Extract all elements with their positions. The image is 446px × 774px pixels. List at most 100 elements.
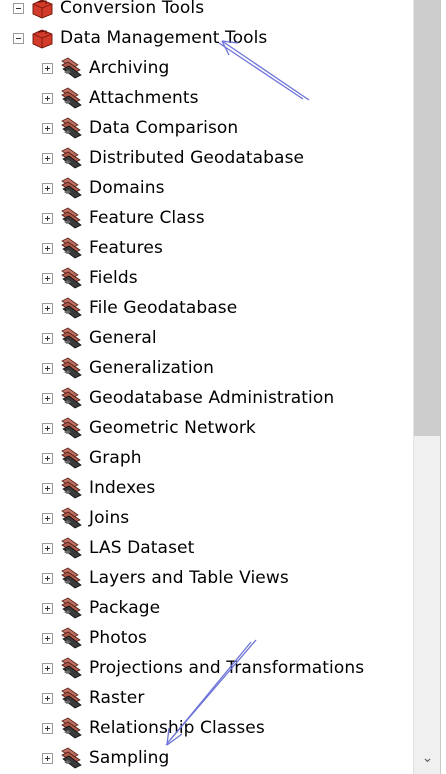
toolset-icon: [61, 537, 82, 559]
tree-node-label: Raster: [89, 688, 145, 708]
expand-plus-icon[interactable]: [42, 452, 53, 464]
tree-node-label: Relationship Classes: [89, 718, 265, 738]
tree-node-data-management-tools[interactable]: Data Management Tools: [13, 23, 267, 53]
tree-node-label: Domains: [89, 178, 165, 198]
tree-node-label: Features: [89, 238, 163, 258]
tree-node-graph[interactable]: Graph: [42, 443, 142, 473]
tree-node-label: Joins: [89, 508, 130, 528]
toolbox-icon: [32, 29, 53, 49]
tree-node-projections-and-transformations[interactable]: Projections and Transformations: [42, 653, 364, 683]
tree-node-data-comparison[interactable]: Data Comparison: [42, 113, 238, 143]
expand-plus-icon[interactable]: [42, 62, 53, 74]
toolset-icon: [61, 57, 82, 79]
toolset-icon: [61, 447, 82, 469]
toolset-icon: [61, 207, 82, 229]
toolset-icon: [61, 357, 82, 379]
collapse-minus-icon[interactable]: [13, 2, 24, 14]
expand-plus-icon[interactable]: [42, 542, 53, 554]
tree-node-geometric-network[interactable]: Geometric Network: [42, 413, 256, 443]
tree-node-geodatabase-administration[interactable]: Geodatabase Administration: [42, 383, 334, 413]
expand-plus-icon[interactable]: [42, 242, 53, 254]
expand-plus-icon[interactable]: [42, 632, 53, 644]
expand-plus-icon[interactable]: [42, 302, 53, 314]
tree-node-fields[interactable]: Fields: [42, 263, 138, 293]
tree-node-partial[interactable]: Conversion Tools: [13, 0, 204, 23]
tree-node-label: Feature Class: [89, 208, 205, 228]
tree-node-general[interactable]: General: [42, 323, 157, 353]
expand-plus-icon[interactable]: [42, 182, 53, 194]
toolset-icon: [61, 237, 82, 259]
tree-node-label: Sampling: [89, 748, 170, 768]
tree-node-label: Photos: [89, 628, 147, 648]
expand-plus-icon[interactable]: [42, 212, 53, 224]
collapse-minus-icon[interactable]: [13, 32, 24, 44]
tree-node-indexes[interactable]: Indexes: [42, 473, 155, 503]
tree-node-label: Projections and Transformations: [89, 658, 365, 678]
expand-plus-icon[interactable]: [42, 272, 53, 284]
expand-plus-icon[interactable]: [42, 482, 53, 494]
tree-node-label: Archiving: [89, 58, 170, 78]
tree-node-label: Indexes: [89, 478, 156, 498]
tree-node-raster[interactable]: Raster: [42, 683, 144, 713]
expand-plus-icon[interactable]: [42, 692, 53, 704]
tree-node-label: Package: [89, 598, 161, 618]
toolset-icon: [61, 147, 82, 169]
expand-plus-icon[interactable]: [42, 572, 53, 584]
scrollbar-thumb[interactable]: [414, 0, 441, 436]
toolset-icon: [61, 747, 82, 769]
tree-node-label: Layers and Table Views: [89, 568, 289, 588]
tree-node-label: General: [89, 328, 157, 348]
expand-plus-icon[interactable]: [42, 512, 53, 524]
expand-plus-icon[interactable]: [42, 92, 53, 104]
window-edge: [440, 0, 446, 774]
tree-node-package[interactable]: Package: [42, 593, 160, 623]
toolset-icon: [61, 507, 82, 529]
toolbox-tree: Conversion Tools Data Management Tools Arc…: [0, 0, 413, 774]
tree-node-label: File Geodatabase: [89, 298, 238, 318]
toolset-icon: [61, 717, 82, 739]
vertical-scrollbar[interactable]: ⌄: [413, 0, 441, 774]
tree-node-label: Graph: [89, 448, 142, 468]
toolset-icon: [61, 657, 82, 679]
expand-plus-icon[interactable]: [42, 662, 53, 674]
tree-node-feature-class[interactable]: Feature Class: [42, 203, 205, 233]
toolset-icon: [61, 597, 82, 619]
tree-node-features[interactable]: Features: [42, 233, 163, 263]
toolset-icon: [61, 567, 82, 589]
expand-plus-icon[interactable]: [42, 332, 53, 344]
expand-plus-icon[interactable]: [42, 152, 53, 164]
tree-node-label: Distributed Geodatabase: [89, 148, 305, 168]
toolset-icon: [61, 327, 82, 349]
tree-node-file-geodatabase[interactable]: File Geodatabase: [42, 293, 237, 323]
tree-node-label: Geodatabase Administration: [89, 388, 335, 408]
toolbox-icon: [32, 0, 53, 19]
expand-plus-icon[interactable]: [42, 722, 53, 734]
tree-node-distributed-geodatabase[interactable]: Distributed Geodatabase: [42, 143, 304, 173]
tree-node-joins[interactable]: Joins: [42, 503, 129, 533]
toolset-icon: [61, 117, 82, 139]
tree-node-las-dataset[interactable]: LAS Dataset: [42, 533, 194, 563]
expand-plus-icon[interactable]: [42, 602, 53, 614]
tree-node-sampling[interactable]: Sampling: [42, 743, 169, 773]
scroll-down-arrow-icon[interactable]: ⌄: [414, 744, 441, 772]
tree-node-label: Data Management Tools: [60, 28, 268, 48]
tree-node-relationship-classes[interactable]: Relationship Classes: [42, 713, 265, 743]
toolset-icon: [61, 627, 82, 649]
tree-node-attachments[interactable]: Attachments: [42, 83, 199, 113]
tree-node-label: Attachments: [89, 88, 199, 108]
tree-node-archiving[interactable]: Archiving: [42, 53, 169, 83]
tree-node-photos[interactable]: Photos: [42, 623, 147, 653]
tree-node-domains[interactable]: Domains: [42, 173, 165, 203]
tree-node-label: LAS Dataset: [89, 538, 195, 558]
tree-node-layers-and-table-views[interactable]: Layers and Table Views: [42, 563, 289, 593]
expand-plus-icon[interactable]: [42, 752, 53, 764]
expand-plus-icon[interactable]: [42, 362, 53, 374]
tree-node-generalization[interactable]: Generalization: [42, 353, 214, 383]
toolset-icon: [61, 477, 82, 499]
tree-node-label: Conversion Tools: [60, 0, 205, 18]
expand-plus-icon[interactable]: [42, 122, 53, 134]
toolset-icon: [61, 417, 82, 439]
expand-plus-icon[interactable]: [42, 422, 53, 434]
tree-node-label: Fields: [89, 268, 138, 288]
expand-plus-icon[interactable]: [42, 392, 53, 404]
